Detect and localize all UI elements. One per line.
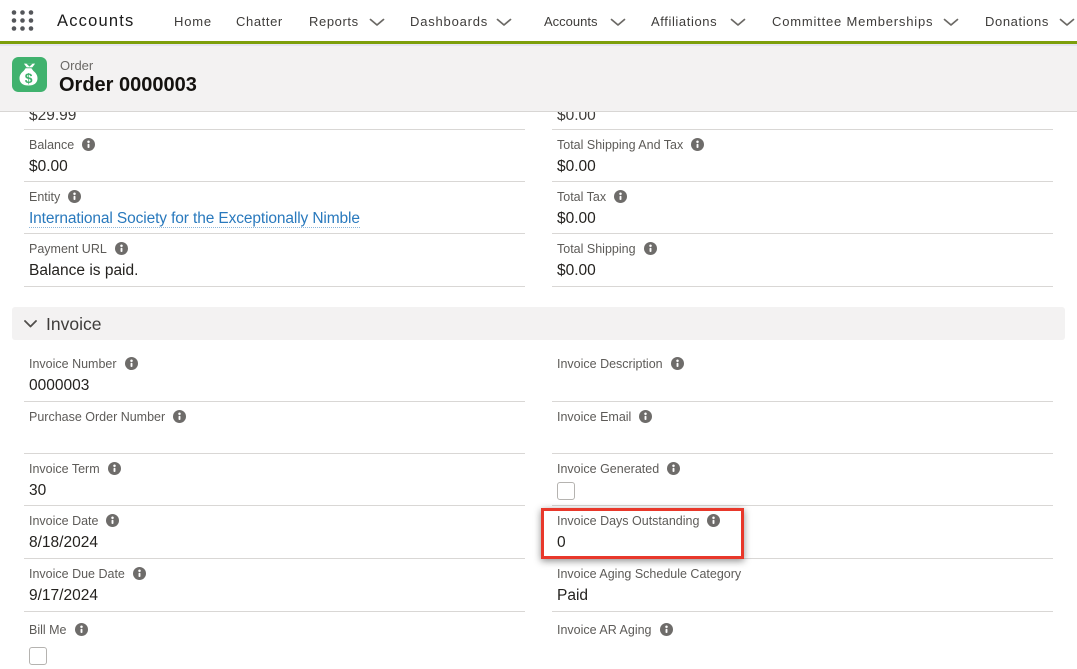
svg-text:$: $ [25, 70, 33, 86]
